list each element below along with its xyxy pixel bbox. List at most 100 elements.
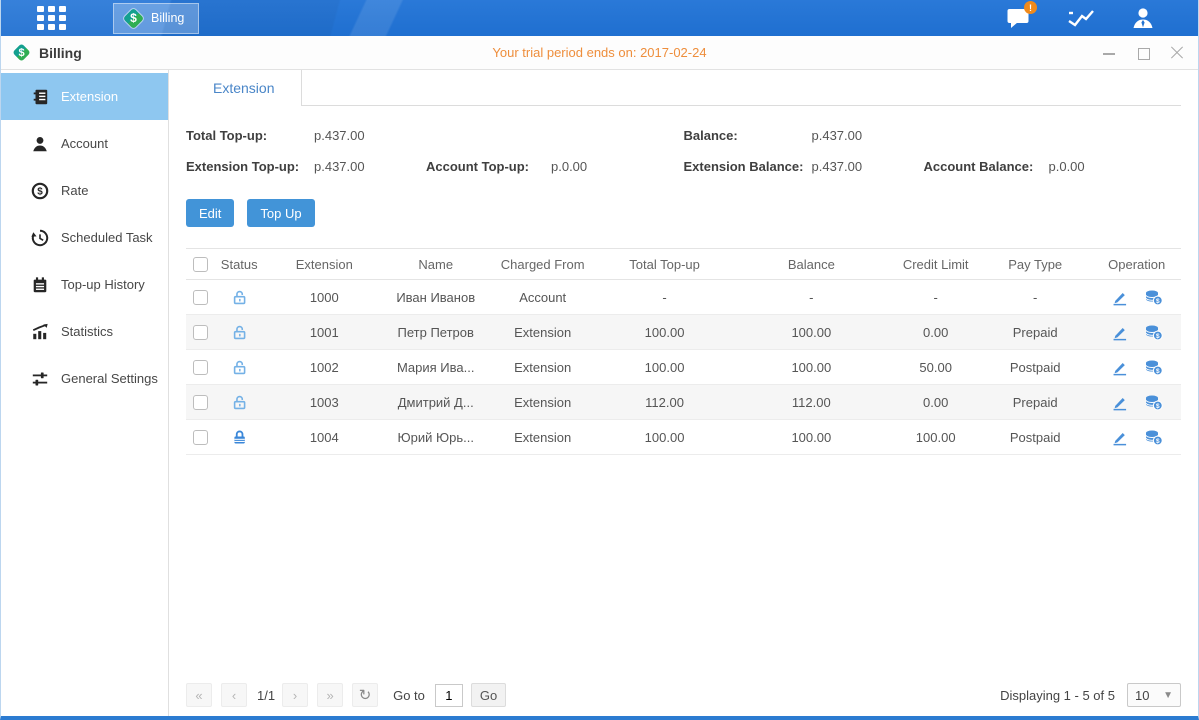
col-name: Name xyxy=(386,249,486,280)
row-checkbox[interactable] xyxy=(193,395,208,410)
user-account-icon[interactable] xyxy=(1128,5,1158,31)
edit-button[interactable]: Edit xyxy=(186,199,234,227)
first-page-button[interactable]: « xyxy=(186,683,212,707)
sidebar-item-account[interactable]: Account xyxy=(1,120,168,167)
edit-icon[interactable] xyxy=(1111,394,1128,411)
sidebar-item-statistics[interactable]: Statistics xyxy=(1,308,168,355)
tab-extension[interactable]: Extension xyxy=(186,70,302,106)
sidebar-item-label: Statistics xyxy=(61,324,113,339)
col-status: Status xyxy=(216,249,263,280)
cell-charged-from: Extension xyxy=(485,315,599,350)
go-button[interactable]: Go xyxy=(471,683,506,707)
last-page-button[interactable]: » xyxy=(317,683,343,707)
sidebar-item-label: Account xyxy=(61,136,108,151)
cell-total-topup: 112.00 xyxy=(600,385,729,420)
main-content: Extension Total Top-up: p.437.00 Balance… xyxy=(169,70,1198,716)
row-checkbox[interactable] xyxy=(193,325,208,340)
status-lock-icon xyxy=(231,323,248,338)
goto-page-input[interactable] xyxy=(435,684,463,707)
edit-icon[interactable] xyxy=(1111,429,1128,446)
topup-icon[interactable]: $ xyxy=(1144,394,1163,411)
col-total-topup: Total Top-up xyxy=(600,249,729,280)
notifications-chat-icon[interactable]: ! xyxy=(1004,5,1034,31)
table-header-row: Status Extension Name Charged From Total… xyxy=(186,249,1181,280)
billing-dollar-icon: $ xyxy=(124,9,143,28)
cell-credit-limit: 100.00 xyxy=(893,420,978,455)
table-row[interactable]: 1002 Мария Ива... Extension 100.00 100.0… xyxy=(186,350,1181,385)
topbar-app-tab-billing[interactable]: $ Billing xyxy=(113,3,199,34)
cell-credit-limit: - xyxy=(893,280,978,315)
col-balance: Balance xyxy=(729,249,893,280)
cell-charged-from: Extension xyxy=(485,350,599,385)
page-size-select[interactable]: 10 ▼ xyxy=(1127,683,1181,707)
minimize-button[interactable] xyxy=(1102,46,1116,60)
extension-balance-value: p.437.00 xyxy=(812,159,924,174)
rate-icon: $ xyxy=(31,182,49,200)
sidebar-item-label: General Settings xyxy=(61,371,158,386)
col-pay-type: Pay Type xyxy=(978,249,1092,280)
edit-icon[interactable] xyxy=(1111,324,1128,341)
account-balance-label: Account Balance: xyxy=(924,159,1049,174)
page-indicator: 1/1 xyxy=(257,688,275,703)
sidebar-item-label: Extension xyxy=(61,89,118,104)
chevron-down-icon: ▼ xyxy=(1163,690,1173,701)
sidebar-item-scheduled-task[interactable]: Scheduled Task xyxy=(1,214,168,261)
svg-text:$: $ xyxy=(1156,402,1160,409)
pagination-bar: « ‹ 1/1 › » ↻ Go to Go Displaying 1 - 5 … xyxy=(186,683,1181,707)
cell-total-topup: 100.00 xyxy=(600,315,729,350)
table-row[interactable]: 1000 Иван Иванов Account - - - - xyxy=(186,280,1181,315)
trial-notice: Your trial period ends on: 2017-02-24 xyxy=(1,45,1198,60)
topbar: $ Billing ! xyxy=(1,0,1198,36)
billing-dollar-icon-small: $ xyxy=(13,44,30,61)
cell-total-topup: 100.00 xyxy=(600,420,729,455)
cell-name: Иван Иванов xyxy=(386,280,486,315)
maximize-button[interactable] xyxy=(1136,46,1150,60)
window-title: $ Billing xyxy=(13,44,82,61)
sidebar-item-topup-history[interactable]: Top-up History xyxy=(1,261,168,308)
table-row[interactable]: 1001 Петр Петров Extension 100.00 100.00… xyxy=(186,315,1181,350)
cell-credit-limit: 50.00 xyxy=(893,350,978,385)
cell-total-topup: 100.00 xyxy=(600,350,729,385)
balance-value: p.437.00 xyxy=(812,128,924,143)
sidebar-item-general-settings[interactable]: General Settings xyxy=(1,355,168,402)
refresh-icon[interactable]: ↻ xyxy=(352,683,378,707)
status-lock-icon xyxy=(231,428,248,443)
svg-text:$: $ xyxy=(37,186,43,197)
statistics-icon xyxy=(31,323,49,341)
row-checkbox[interactable] xyxy=(193,430,208,445)
table-row[interactable]: 1004 Юрий Юрь... Extension 100.00 100.00… xyxy=(186,420,1181,455)
sidebar-item-extension[interactable]: Extension xyxy=(1,73,168,120)
sidebar-item-label: Scheduled Task xyxy=(61,230,153,245)
topup-icon[interactable]: $ xyxy=(1144,324,1163,341)
cell-balance: - xyxy=(729,280,893,315)
cell-balance: 100.00 xyxy=(729,315,893,350)
edit-icon[interactable] xyxy=(1111,289,1128,306)
apps-grid-icon[interactable] xyxy=(37,6,71,30)
topbar-app-tab-label: Billing xyxy=(151,11,184,25)
top-up-button[interactable]: Top Up xyxy=(247,199,314,227)
sidebar-item-rate[interactable]: $ Rate xyxy=(1,167,168,214)
cell-charged-from: Extension xyxy=(485,385,599,420)
tab-strip: Extension xyxy=(186,70,1181,106)
topup-icon[interactable]: $ xyxy=(1144,359,1163,376)
topup-icon[interactable]: $ xyxy=(1144,289,1163,306)
next-page-button[interactable]: › xyxy=(282,683,308,707)
row-checkbox[interactable] xyxy=(193,360,208,375)
topup-icon[interactable]: $ xyxy=(1144,429,1163,446)
select-all-checkbox[interactable] xyxy=(193,257,208,272)
notification-badge: ! xyxy=(1024,1,1037,14)
general-settings-icon xyxy=(31,370,49,388)
cell-extension: 1002 xyxy=(263,350,386,385)
cell-extension: 1000 xyxy=(263,280,386,315)
billing-summary: Total Top-up: p.437.00 Balance: p.437.00… xyxy=(186,120,1181,182)
status-lock-icon xyxy=(231,288,248,303)
row-checkbox[interactable] xyxy=(193,290,208,305)
extension-balance-label: Extension Balance: xyxy=(684,159,812,174)
close-button[interactable] xyxy=(1170,46,1184,60)
prev-page-button[interactable]: ‹ xyxy=(221,683,247,707)
col-extension: Extension xyxy=(263,249,386,280)
status-lock-icon xyxy=(231,393,248,408)
table-row[interactable]: 1003 Дмитрий Д... Extension 112.00 112.0… xyxy=(186,385,1181,420)
reports-chart-icon[interactable] xyxy=(1066,5,1096,31)
edit-icon[interactable] xyxy=(1111,359,1128,376)
